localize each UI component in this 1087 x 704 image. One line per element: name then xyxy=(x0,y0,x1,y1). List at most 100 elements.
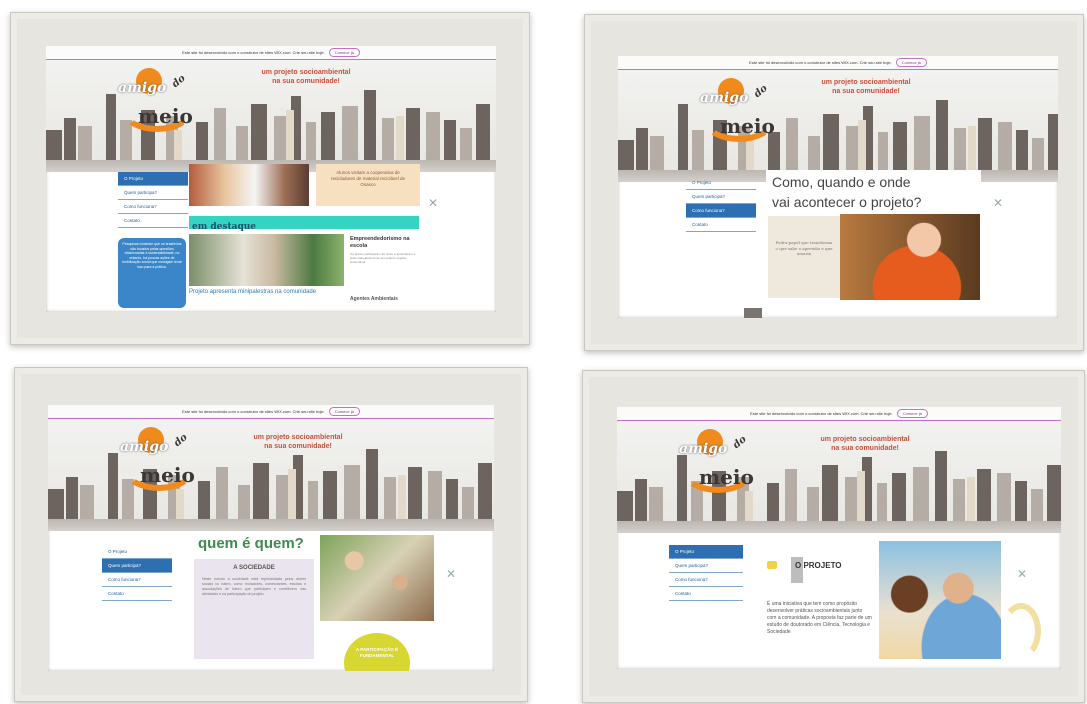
tagline-line-2: na sua comunidade! xyxy=(272,78,340,85)
nav-item-projeto[interactable]: O Projeto xyxy=(686,176,756,190)
highlight-banner-text: Alunos visitam a cooperativa de reciclad… xyxy=(330,170,406,187)
wix-start-button[interactable]: Comece já xyxy=(328,407,360,416)
sidebar-info-box: Pesquisas mostram que os brasileiros são… xyxy=(118,238,186,308)
site-header: amigo do meio um projeto socioambiental n… xyxy=(617,421,1061,521)
site-tagline: um projeto socioambiental na sua comunida… xyxy=(806,78,926,96)
logo-do-text: do xyxy=(172,431,190,450)
site-tagline: um projeto socioambiental na sua comunida… xyxy=(246,68,366,86)
wix-start-button[interactable]: Comece já xyxy=(896,409,928,418)
bird-icon: ✕ xyxy=(1017,567,1028,581)
wix-promo-bar: Este site foi desenvolvido com o constru… xyxy=(46,46,496,60)
site-header: amigo do meio um projeto socioambiental n… xyxy=(618,70,1058,170)
student-smiling-photo[interactable] xyxy=(840,214,980,300)
children-photo[interactable] xyxy=(879,541,1001,659)
main-nav: O Projeto Quem participa? Como funciona?… xyxy=(686,176,756,232)
logo-meio-text: meio xyxy=(720,114,775,138)
nav-item-contato[interactable]: Contato xyxy=(102,587,172,601)
news-caption[interactable]: Projeto apresenta minipalestras na comun… xyxy=(189,289,349,295)
tagline-line-2: na sua comunidade! xyxy=(831,445,899,452)
bird-icon: ✕ xyxy=(446,567,457,581)
tagline-line-1: um projeto socioambiental xyxy=(261,69,351,76)
tagline-line-2: na sua comunidade! xyxy=(264,443,332,450)
nav-item-como-funciona[interactable]: Como funciona? xyxy=(669,573,743,587)
logo-amigo-text: amigo xyxy=(679,441,728,457)
logo-amigo-text: amigo xyxy=(120,439,169,455)
news-title-2[interactable]: Agentes Ambientais xyxy=(350,296,420,302)
society-info-box: A SOCIEDADE Neste estudo a sociedade est… xyxy=(194,559,314,659)
quote-card: Pedra-papel que transforma o que sabe o … xyxy=(768,216,840,298)
highlight-banner[interactable]: Alunos visitam a cooperativa de reciclad… xyxy=(316,164,420,206)
logo-do-text: do xyxy=(170,72,188,91)
society-box-body: Neste estudo a sociedade está representa… xyxy=(202,577,306,596)
nav-item-projeto[interactable]: O Projeto xyxy=(102,545,172,559)
woman-and-child-photo[interactable] xyxy=(320,535,434,621)
logo-meio-text: meio xyxy=(138,104,193,128)
society-box-title: A SOCIEDADE xyxy=(233,565,275,571)
wix-notice: Este site foi desenvolvido com o constru… xyxy=(750,411,893,416)
nav-item-como-funciona[interactable]: Como funciona? xyxy=(102,573,172,587)
project-description: É uma iniciativa que tem como propósito … xyxy=(767,601,872,635)
nav-item-contato[interactable]: Contato xyxy=(669,587,743,601)
footer-tab xyxy=(744,308,762,318)
nav-item-quem-participa[interactable]: Quem participa? xyxy=(669,559,743,573)
nav-item-contato[interactable]: Contato xyxy=(686,218,756,232)
tagline-line-1: um projeto socioambiental xyxy=(820,436,910,443)
nav-item-como-funciona[interactable]: Como funciona? xyxy=(686,204,756,218)
nav-item-projeto[interactable]: O Projeto xyxy=(669,545,743,559)
site-screen-3: Este site foi desenvolvido com o constru… xyxy=(48,405,494,671)
nav-item-quem-participa[interactable]: Quem participa? xyxy=(118,186,188,200)
tagline-line-1: um projeto socioambiental xyxy=(253,434,343,441)
wix-promo-bar: Este site foi desenvolvido com o constru… xyxy=(618,56,1058,70)
page-title: quem é quem? xyxy=(198,535,304,552)
nav-item-quem-participa[interactable]: Quem participa? xyxy=(102,559,172,573)
featured-section-title: em destaque xyxy=(192,222,257,232)
main-nav: O Projeto Quem participa? Como funciona?… xyxy=(118,172,188,228)
site-screen-2: Este site foi desenvolvido com o constru… xyxy=(618,56,1058,318)
featured-section-header: em destaque xyxy=(189,216,419,232)
tagline-line-2: na sua comunidade! xyxy=(832,88,900,95)
nav-item-como-funciona[interactable]: Como funciona? xyxy=(118,200,188,214)
logo-amigo-text: amigo xyxy=(118,80,167,96)
amigo-do-meio-logo[interactable]: amigo do meio xyxy=(108,425,208,505)
main-nav: O Projeto Quem participa? Como funciona?… xyxy=(102,545,172,601)
header-bottom-strip xyxy=(48,519,494,531)
sidebar-info-text: Pesquisas mostram que os brasileiros são… xyxy=(122,242,182,269)
logo-do-text: do xyxy=(752,82,770,101)
site-screen-1: Este site foi desenvolvido com o constru… xyxy=(46,46,496,312)
nav-item-projeto[interactable]: O Projeto xyxy=(118,172,188,186)
amigo-do-meio-logo[interactable]: amigo do meio xyxy=(688,76,788,156)
quote-text: Pedra-papel que transforma o que sabe o … xyxy=(775,240,833,256)
participation-badge-text: A PARTICIPAÇÃO É FUNDAMENTAL xyxy=(355,647,399,658)
bird-icon: ✕ xyxy=(428,196,439,210)
wix-start-button[interactable]: Comece já xyxy=(328,48,360,57)
cooperative-visit-photo[interactable] xyxy=(189,164,309,206)
wix-notice: Este site foi desenvolvido com o constru… xyxy=(182,50,325,55)
tagline-line-1: um projeto socioambiental xyxy=(821,79,911,86)
logo-do-text: do xyxy=(731,433,749,452)
nav-item-contato[interactable]: Contato xyxy=(118,214,188,228)
participation-badge[interactable]: A PARTICIPAÇÃO É FUNDAMENTAL xyxy=(344,633,410,671)
amigo-do-meio-logo[interactable]: amigo do meio xyxy=(106,66,206,146)
news-body: Os alunos participaram do curso e aprend… xyxy=(350,252,416,264)
logo-meio-text: meio xyxy=(699,465,754,489)
page-title: Como, quando e onde vai acontecer o proj… xyxy=(766,170,981,214)
wix-start-button[interactable]: Comece já xyxy=(895,58,927,67)
page-title-line-1: Como, quando e onde xyxy=(772,174,911,190)
section-icon xyxy=(767,561,777,569)
logo-meio-text: meio xyxy=(140,463,195,487)
wix-notice: Este site foi desenvolvido com o constru… xyxy=(749,60,892,65)
lecture-photo[interactable] xyxy=(189,234,344,286)
site-tagline: um projeto socioambiental na sua comunida… xyxy=(805,435,925,453)
logo-amigo-text: amigo xyxy=(700,90,749,106)
header-bottom-strip xyxy=(617,521,1061,533)
site-header: amigo do meio um projeto socioambiental n… xyxy=(48,419,494,519)
page-title: O PROJETO xyxy=(795,561,842,570)
page-title-line-2: vai acontecer o projeto? xyxy=(772,194,922,210)
amigo-do-meio-logo[interactable]: amigo do meio xyxy=(667,427,767,507)
site-tagline: um projeto socioambiental na sua comunida… xyxy=(238,433,358,451)
bird-icon: ✕ xyxy=(993,196,1004,210)
site-header: amigo do meio um projeto socioambiental n… xyxy=(46,60,496,160)
news-title[interactable]: Empreendedorismo na escola xyxy=(350,236,420,250)
nav-item-quem-participa[interactable]: Quem participa? xyxy=(686,190,756,204)
site-screen-4: Este site foi desenvolvido com o constru… xyxy=(617,407,1061,669)
